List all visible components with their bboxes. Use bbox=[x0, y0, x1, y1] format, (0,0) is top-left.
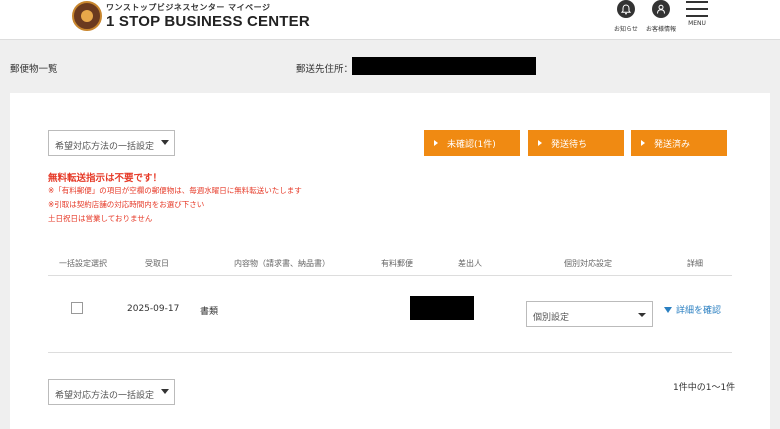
mail-list-card: 希望対応方法の一括設定 未確認(1件) 発送待ち 発送済み 無料転送指示は不要で… bbox=[10, 93, 770, 429]
filter-button-label: 発送済み bbox=[654, 139, 691, 150]
notifications-button[interactable]: お知らせ bbox=[606, 0, 646, 33]
table-header-divider bbox=[48, 275, 732, 276]
arrow-right-icon bbox=[641, 140, 645, 146]
contents-cell: 書類 bbox=[200, 307, 219, 317]
column-header-paid-mail: 有料郵便 bbox=[381, 259, 413, 268]
received-date-cell: 2025-09-17 bbox=[127, 304, 180, 314]
logo-emblem-icon bbox=[72, 1, 102, 31]
caret-down-icon bbox=[638, 313, 646, 317]
table-bottom-divider bbox=[48, 352, 732, 353]
customer-info-button[interactable]: お客様情報 bbox=[641, 0, 681, 33]
hamburger-icon bbox=[686, 1, 708, 17]
column-header-contents: 内容物（請求書、納品書） bbox=[234, 259, 330, 268]
notice-line: ※引取は契約店舗の対応時間内をお選び下さい bbox=[48, 200, 205, 209]
column-header-sender: 差出人 bbox=[458, 259, 482, 268]
arrow-right-icon bbox=[434, 140, 438, 146]
notice-line: 土日祝日は営業しておりません bbox=[48, 214, 153, 223]
column-header-individual-setting: 個別対応設定 bbox=[564, 259, 612, 268]
column-header-detail: 詳細 bbox=[687, 259, 703, 268]
logo[interactable]: ワンストップビジネスセンター マイページ 1 STOP BUSINESS CEN… bbox=[72, 1, 310, 31]
address-redacted bbox=[352, 57, 536, 75]
individual-setting-select[interactable]: 個別設定 bbox=[526, 301, 653, 327]
page-title: 郵便物一覧 bbox=[10, 64, 58, 75]
menu-button[interactable]: MENU bbox=[677, 0, 717, 27]
filter-button-label: 未確認(1件) bbox=[447, 139, 496, 150]
filter-shipped-button[interactable]: 発送済み bbox=[631, 130, 727, 156]
caret-down-icon bbox=[161, 140, 169, 145]
arrow-right-icon bbox=[538, 140, 542, 146]
logo-title: 1 STOP BUSINESS CENTER bbox=[106, 12, 310, 30]
row-select-checkbox[interactable] bbox=[71, 302, 83, 314]
individual-setting-value: 個別設定 bbox=[533, 313, 570, 323]
caret-down-icon bbox=[161, 389, 169, 394]
customer-info-label: お客様情報 bbox=[645, 26, 676, 33]
user-icon bbox=[652, 0, 670, 18]
filter-awaiting-shipment-button[interactable]: 発送待ち bbox=[528, 130, 624, 156]
result-count: 1件中の1〜1件 bbox=[673, 383, 736, 393]
menu-label: MENU bbox=[688, 20, 706, 27]
notice-line: ※「有料郵便」の項目が空欄の郵便物は、毎週水曜日に無料転送いたします bbox=[48, 186, 302, 195]
notifications-label: お知らせ bbox=[614, 26, 638, 33]
filter-button-label: 発送待ち bbox=[551, 139, 588, 150]
view-detail-link[interactable]: 詳細を確認 bbox=[664, 303, 721, 316]
logo-subtitle: ワンストップビジネスセンター マイページ bbox=[106, 2, 271, 12]
notice-title: 無料転送指示は不要です！ bbox=[48, 173, 163, 184]
header-bar: ワンストップビジネスセンター マイページ 1 STOP BUSINESS CEN… bbox=[0, 0, 780, 40]
view-detail-label: 詳細を確認 bbox=[676, 306, 722, 316]
triangle-down-icon bbox=[664, 306, 672, 313]
bell-icon bbox=[617, 0, 635, 18]
address-label: 郵送先住所： bbox=[296, 64, 354, 75]
filter-unconfirmed-button[interactable]: 未確認(1件) bbox=[424, 130, 520, 156]
bulk-setting-select-top[interactable]: 希望対応方法の一括設定 bbox=[48, 130, 175, 156]
bulk-setting-label: 希望対応方法の一括設定 bbox=[55, 391, 155, 401]
column-header-received-date: 受取日 bbox=[145, 259, 169, 268]
bulk-setting-select-bottom[interactable]: 希望対応方法の一括設定 bbox=[48, 379, 175, 405]
sender-redacted bbox=[410, 296, 474, 320]
bulk-setting-label: 希望対応方法の一括設定 bbox=[55, 142, 155, 152]
column-header-bulk-select: 一括設定選択 bbox=[59, 259, 107, 268]
